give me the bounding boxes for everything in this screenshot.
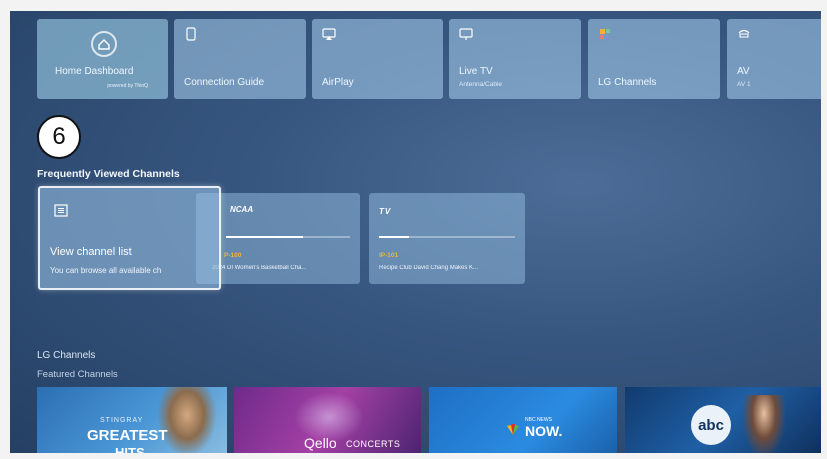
thumb-text-top: STINGRAY [100,417,144,424]
anchor-image [743,395,785,457]
thumb-qello-concerts[interactable]: Qello CONCERTS [234,387,421,457]
tile-sub: powered by ThinQ [107,83,148,89]
thumb-text-main: GREATEST [87,427,168,444]
thumb-text-main: NOW. [525,423,563,439]
thumb-text-tail: CONCERTS [346,439,401,449]
thumb-nbc-news-now[interactable]: NBC NEWS NOW. [429,387,617,457]
tile-av[interactable]: AV AV 1 [727,19,821,99]
thumb-text-tail: HITS [115,445,145,457]
peacock-icon [505,421,521,437]
thumb-text-main: Qello [304,435,337,451]
channel-logo: TV [379,207,392,216]
channel-number: IP-101 [379,252,399,259]
artist-image [157,387,217,457]
tile-sub: AV 1 [737,81,751,88]
tile-sub: Antenna/Cable [459,81,503,88]
airplay-icon [322,28,336,40]
progress-bar [379,236,515,238]
tile-label: Live TV [459,66,493,77]
home-icon [91,31,117,57]
step-number-badge: 6 [37,115,81,159]
tile-home-dashboard[interactable]: Home Dashboard powered by ThinQ [37,19,168,99]
card-description: You can browse all available ch [50,266,162,275]
channel-number: P-100 [224,252,242,259]
tile-label: LG Channels [598,77,657,88]
tv-icon [459,28,473,40]
card-title: View channel list [50,246,132,258]
lg-channels-title: LG Channels [37,350,96,361]
view-channel-list-card[interactable]: View channel list You can browse all ava… [38,186,221,290]
tile-airplay[interactable]: AirPlay [312,19,443,99]
channel-list-icon [54,204,68,217]
program-title: 2024 DI Women's Basketball Cha... [212,265,307,271]
tile-connection-guide[interactable]: Connection Guide [174,19,306,99]
tile-label: AirPlay [322,77,354,88]
thumb-stingray[interactable]: STINGRAY GREATEST HITS [37,387,227,457]
abc-logo: abc [691,405,731,445]
tile-label: Connection Guide [184,77,265,88]
thumb-abc-news[interactable]: abc [625,387,821,457]
featured-channels-subtitle: Featured Channels [37,369,118,380]
tile-label: AV [737,66,750,77]
lg-channels-icon [600,29,610,39]
channel-card-recipe-club[interactable]: TV IP-101 Recipe Club David Chang Makes … [369,193,525,284]
tile-lg-channels[interactable]: LG Channels [588,19,720,99]
channel-logo: NCAA [230,205,254,214]
tile-label: Home Dashboard [55,66,134,77]
phone-icon [186,27,196,41]
tile-live-tv[interactable]: Live TV Antenna/Cable [449,19,581,99]
progress-bar [226,236,350,238]
program-title: Recipe Club David Chang Makes K... [379,265,479,271]
av-input-icon [738,29,750,38]
frequently-viewed-title: Frequently Viewed Channels [37,168,180,180]
